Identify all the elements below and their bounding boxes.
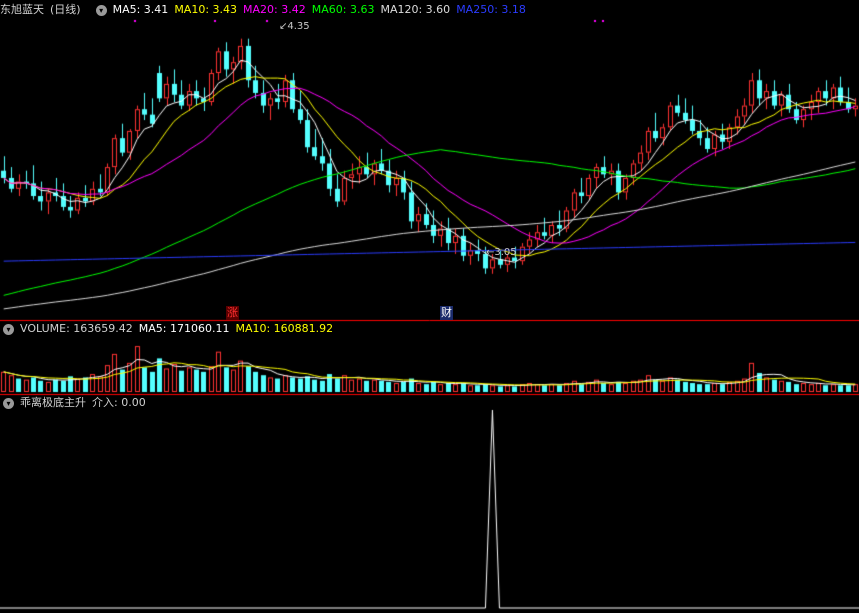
- ma-legend-item: MA10: 3.43: [174, 3, 238, 16]
- volume-ma5-value: MA5: 171060.11: [138, 322, 230, 335]
- indicator-settings-icon[interactable]: ▾: [3, 397, 14, 409]
- stock-period-text: (日线): [50, 3, 81, 16]
- indicator-name: 乖离极底主升: [20, 396, 86, 409]
- low-price-marker: ←3.05: [486, 247, 517, 258]
- ma-legend-item: MA60: 3.63: [311, 3, 375, 16]
- low-price-label: 3.05: [494, 247, 517, 258]
- main-panel-header: 东旭蓝天 (日线) ▾ MA5: 3.41 MA10: 3.43 MA20: 3.42…: [0, 2, 538, 18]
- high-price-marker: ↙4.35: [279, 21, 310, 32]
- ma-legend-item: MA5: 3.41: [112, 3, 169, 16]
- volume-value: VOLUME: 163659.42: [20, 322, 133, 335]
- stock-name: 东旭蓝天 (日线): [0, 2, 87, 18]
- stock-name-text: 东旭蓝天: [0, 3, 44, 16]
- high-price-label: 4.35: [287, 21, 310, 32]
- ma-legend: MA5: 3.41 MA10: 3.43 MA20: 3.42 MA60: 3.63 M…: [113, 2, 532, 18]
- indicator-value: 介入: 0.00: [92, 396, 146, 409]
- volume-panel-header: ▾ VOLUME: 163659.42 MA5: 171060.11 MA10:…: [0, 321, 339, 337]
- ma-legend-item: MA120: 3.60: [380, 3, 451, 16]
- kline-chart-canvas[interactable]: [0, 0, 859, 613]
- volume-ma10-value: MA10: 160881.92: [235, 322, 334, 335]
- indicator-panel-header: ▾ 乖离极底主升 介入: 0.00: [0, 395, 152, 411]
- event-tag-zhang[interactable]: 涨: [226, 306, 239, 320]
- volume-settings-icon[interactable]: ▾: [3, 323, 14, 335]
- event-tag-cai[interactable]: 财: [440, 306, 453, 320]
- settings-circle-icon[interactable]: ▾: [95, 4, 107, 16]
- ma-legend-item: MA250: 3.18: [456, 3, 526, 16]
- ma-legend-item: MA20: 3.42: [243, 3, 306, 16]
